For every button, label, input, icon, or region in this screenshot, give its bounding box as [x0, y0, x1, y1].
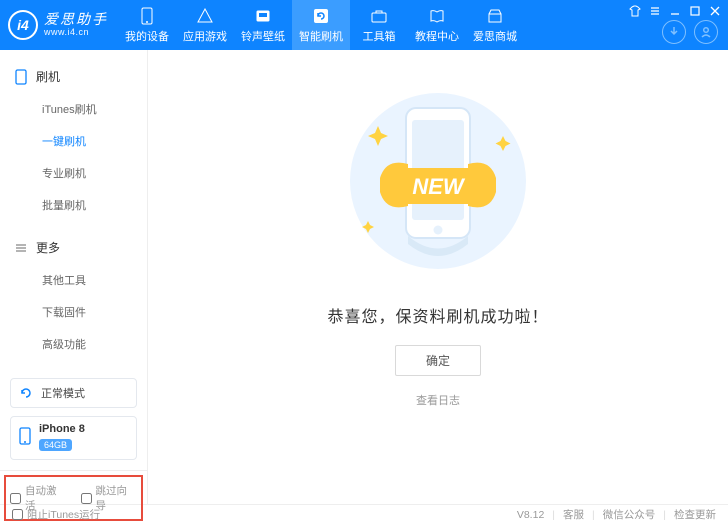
main-content: NEW 恭喜您，保资料刷机成功啦！ 确定 查看日志: [148, 50, 728, 504]
menu-icon[interactable]: [648, 4, 662, 18]
refresh-icon: [313, 7, 329, 25]
support-link[interactable]: 客服: [563, 507, 584, 522]
skip-guide-checkbox[interactable]: [81, 493, 92, 504]
nav-ringtones[interactable]: 铃声壁纸: [234, 0, 292, 50]
sidebar-item-itunes-flash[interactable]: iTunes刷机: [0, 93, 147, 125]
auto-activate-checkbox[interactable]: [10, 493, 21, 504]
phone-outline-icon: [14, 70, 28, 84]
book-icon: [429, 7, 445, 25]
block-itunes-option[interactable]: 阻止iTunes运行: [12, 507, 100, 522]
status-mode-card[interactable]: 正常模式: [10, 378, 137, 408]
sidebar-group-flash[interactable]: 刷机: [0, 62, 147, 91]
ok-button[interactable]: 确定: [395, 345, 481, 376]
sidebar-item-pro-flash[interactable]: 专业刷机: [0, 157, 147, 189]
sidebar: 刷机 iTunes刷机 一键刷机 专业刷机 批量刷机 更多 其他工具 下载固件 …: [0, 50, 148, 504]
block-itunes-checkbox[interactable]: [12, 509, 23, 520]
ringtone-icon: [255, 7, 271, 25]
nav-apps-games[interactable]: 应用游戏: [176, 0, 234, 50]
version-label: V8.12: [517, 509, 544, 521]
success-message: 恭喜您，保资料刷机成功啦！: [327, 303, 548, 327]
device-name: iPhone 8: [39, 423, 85, 435]
tshirt-icon[interactable]: [628, 4, 642, 18]
nav-toolbox[interactable]: 工具箱: [350, 0, 408, 50]
device-storage-badge: 64GB: [39, 439, 72, 451]
nav-tutorials[interactable]: 教程中心: [408, 0, 466, 50]
sidebar-item-oneclick-flash[interactable]: 一键刷机: [0, 125, 147, 157]
sidebar-item-batch-flash[interactable]: 批量刷机: [0, 189, 147, 221]
brand-logo-icon: i4: [8, 10, 38, 40]
primary-nav: 我的设备 应用游戏 铃声壁纸 智能刷机 工具箱 教程中心 爱思商城: [118, 0, 524, 50]
nav-store[interactable]: 爱思商城: [466, 0, 524, 50]
sidebar-item-download-fw[interactable]: 下载固件: [0, 296, 147, 328]
brand-url: www.i4.cn: [44, 28, 108, 38]
wechat-link[interactable]: 微信公众号: [603, 507, 656, 522]
nav-smart-flash[interactable]: 智能刷机: [292, 0, 350, 50]
toolbox-icon: [371, 7, 387, 25]
success-illustration: NEW: [328, 86, 548, 281]
nav-my-device[interactable]: 我的设备: [118, 0, 176, 50]
title-bar: i4 爱思助手 www.i4.cn 我的设备 应用游戏 铃声壁纸 智能刷机 工具…: [0, 0, 728, 50]
apps-icon: [197, 7, 213, 25]
minimize-icon[interactable]: [668, 4, 682, 18]
view-log-link[interactable]: 查看日志: [416, 392, 460, 408]
new-banner-text: NEW: [412, 174, 466, 199]
brand: i4 爱思助手 www.i4.cn: [0, 0, 118, 50]
store-icon: [487, 7, 503, 25]
device-phone-icon: [19, 427, 31, 450]
phone-icon: [141, 7, 153, 25]
more-icon: [14, 241, 28, 255]
brand-name: 爱思助手: [44, 12, 108, 27]
download-button[interactable]: [662, 20, 686, 44]
sidebar-item-advanced[interactable]: 高级功能: [0, 328, 147, 360]
check-update-link[interactable]: 检查更新: [674, 507, 716, 522]
close-icon[interactable]: [708, 4, 722, 18]
status-mode-label: 正常模式: [41, 385, 85, 401]
sidebar-item-other-tools[interactable]: 其他工具: [0, 264, 147, 296]
sidebar-group-more[interactable]: 更多: [0, 233, 147, 262]
account-button[interactable]: [694, 20, 718, 44]
maximize-icon[interactable]: [688, 4, 702, 18]
refresh-status-icon: [19, 386, 33, 400]
device-card[interactable]: iPhone 8 64GB: [10, 416, 137, 460]
